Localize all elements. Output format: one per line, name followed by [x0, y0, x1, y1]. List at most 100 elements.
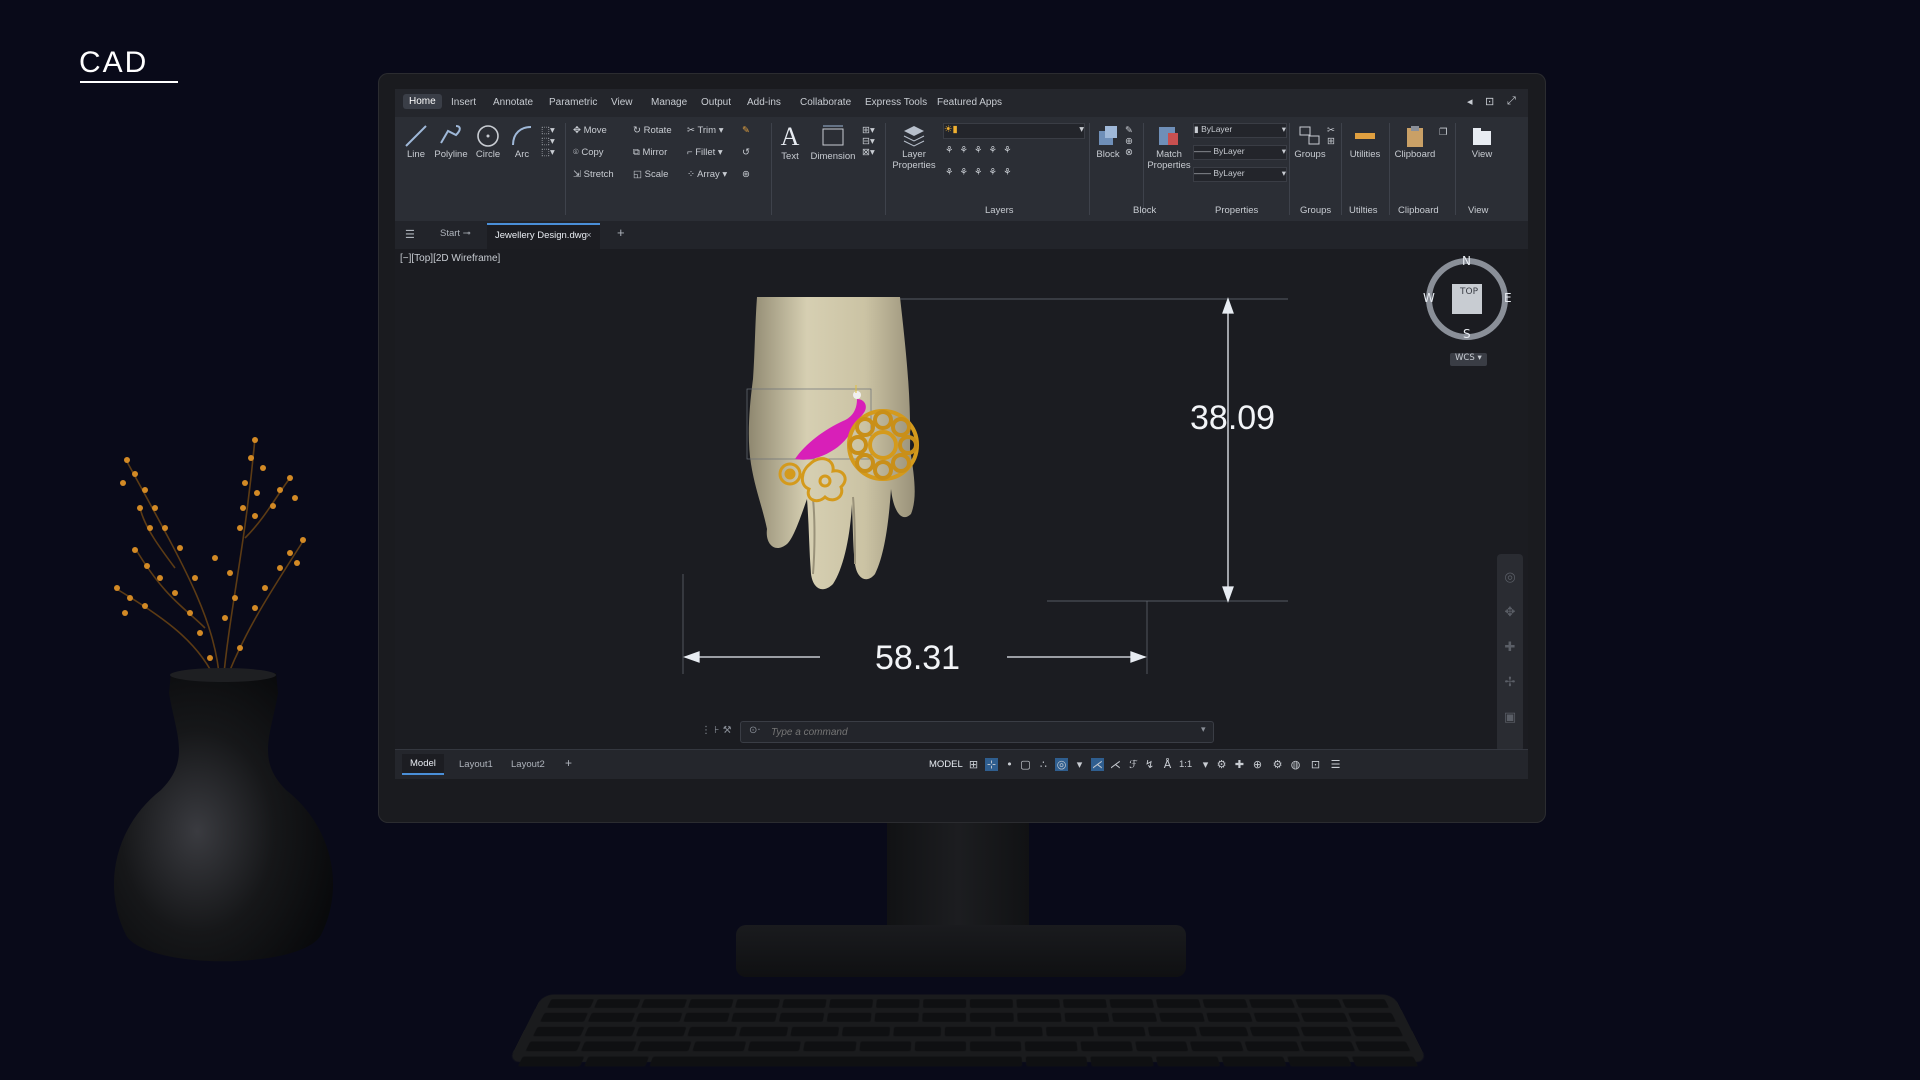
tab-parametric[interactable]: Parametric: [549, 97, 597, 108]
command-history-icon[interactable]: ⋮ ⊦ ⚒: [701, 725, 732, 736]
trim-button[interactable]: ✂ Trim ▾: [687, 125, 724, 136]
layer-dropdown[interactable]: ☀▮ ▾: [943, 123, 1085, 139]
tab-home[interactable]: Home: [403, 94, 442, 109]
tab-featured-apps[interactable]: Featured Apps: [937, 97, 1002, 108]
explode-icon[interactable]: ⊛: [742, 169, 750, 180]
compass-south[interactable]: S: [1463, 327, 1471, 341]
customize-icon[interactable]: ☰: [1329, 758, 1342, 771]
chevron-down-icon[interactable]: ▾: [1199, 758, 1212, 771]
groups-group-label[interactable]: Groups: [1300, 205, 1331, 216]
pan-icon[interactable]: ✥: [1497, 595, 1523, 630]
tab-manage[interactable]: Manage: [651, 97, 687, 108]
tab-annotate[interactable]: Annotate: [493, 97, 533, 108]
model-space-toggle[interactable]: MODEL: [929, 759, 963, 770]
layer-tools-row-2[interactable]: ⚘⚘⚘⚘⚘: [945, 167, 1018, 178]
model-tab[interactable]: Model: [402, 754, 444, 775]
compass-north[interactable]: N: [1462, 254, 1471, 268]
workspace-gear-icon[interactable]: ⚙: [1271, 758, 1284, 771]
wcs-dropdown[interactable]: WCS ▾: [1450, 353, 1487, 366]
copy-clip-icon[interactable]: ❐: [1439, 127, 1448, 138]
hardware-icon[interactable]: ◍: [1289, 758, 1302, 771]
move-button[interactable]: ✥ Move: [573, 125, 607, 136]
line-button[interactable]: Line: [401, 123, 431, 160]
new-tab-plus-icon[interactable]: +: [617, 225, 625, 240]
array-button[interactable]: ⁘ Array ▾: [687, 169, 727, 180]
draw-extra-icons[interactable]: ⬚▾ ⬚▾ ⬚▾: [541, 125, 555, 158]
properties-group-label[interactable]: Properties: [1215, 205, 1258, 216]
utilities-group-label[interactable]: Utilties: [1349, 205, 1378, 216]
linetype-dropdown[interactable]: —— ByLayer ▾: [1193, 145, 1287, 160]
fillet-button[interactable]: ⌐ Fillet ▾: [687, 147, 723, 158]
window-icon[interactable]: ⊡: [1485, 95, 1494, 108]
compass-west[interactable]: W: [1423, 291, 1435, 305]
annotation-extra-icons[interactable]: ⊞▾ ⊟▾ ⊠▾: [862, 125, 875, 158]
isolate-icon[interactable]: ⊕: [1251, 758, 1264, 771]
layout2-tab[interactable]: Layout2: [511, 759, 545, 770]
showmotion-icon[interactable]: ▣: [1497, 700, 1523, 735]
fullscreen-icon[interactable]: ⊡: [1309, 758, 1322, 771]
start-tab[interactable]: Start ⊸: [440, 228, 471, 239]
osnap-icon[interactable]: ◎: [1055, 758, 1068, 771]
view-button[interactable]: View: [1465, 123, 1499, 160]
groups-button[interactable]: Groups: [1293, 123, 1327, 160]
mirror-button[interactable]: ⧉ Mirror: [633, 147, 667, 158]
offset-icon[interactable]: ↺: [742, 147, 750, 158]
color-dropdown[interactable]: ▮ ByLayer ▾: [1193, 123, 1287, 138]
tab-express-tools[interactable]: Express Tools: [865, 97, 927, 108]
zoom-icon[interactable]: ✚: [1497, 630, 1523, 665]
steering-wheel-icon[interactable]: ◎: [1497, 560, 1523, 595]
lineweight-dropdown[interactable]: —— ByLayer ▾: [1193, 167, 1287, 182]
lineweight-toggle-icon[interactable]: ⋌: [1109, 758, 1122, 771]
back-icon[interactable]: ◂: [1467, 95, 1473, 108]
add-layout-plus-icon[interactable]: +: [565, 756, 572, 770]
expand-icon[interactable]: ⤢: [1507, 95, 1516, 108]
dimension-button[interactable]: Dimension: [807, 123, 859, 162]
dimension-width-value[interactable]: 58.31: [875, 639, 960, 678]
text-button[interactable]: A Text: [777, 123, 803, 163]
compass-east[interactable]: E: [1504, 291, 1512, 305]
close-icon[interactable]: ×: [586, 230, 592, 241]
tab-view[interactable]: View: [611, 97, 633, 108]
utilities-button[interactable]: Utilities: [1345, 123, 1385, 160]
polyline-button[interactable]: Polyline: [431, 123, 471, 160]
drawing-viewport[interactable]: [−][Top][2D Wireframe] 38.09 58.31 TOP N…: [395, 249, 1528, 752]
annotation-monitor-icon[interactable]: ↯: [1143, 758, 1156, 771]
block-group-label[interactable]: Block: [1133, 205, 1156, 216]
tab-output[interactable]: Output: [701, 97, 731, 108]
document-tab[interactable]: Jewellery Design.dwg ×: [487, 223, 600, 250]
layers-group-label[interactable]: Layers: [985, 205, 1014, 216]
hamburger-menu-icon[interactable]: ☰: [405, 228, 415, 241]
stretch-button[interactable]: ⇲ Stretch: [573, 169, 614, 180]
transparency-icon[interactable]: ℱ: [1127, 758, 1140, 771]
annotation-scale-value[interactable]: 1:1: [1179, 759, 1192, 770]
tab-collaborate[interactable]: Collaborate: [800, 97, 851, 108]
tab-add-ins[interactable]: Add-ins: [747, 97, 781, 108]
plus-icon[interactable]: ✚: [1233, 758, 1246, 771]
annotation-scale-icon[interactable]: Å: [1161, 758, 1174, 771]
block-extra-icons[interactable]: ✎ ⊕ ⊗: [1125, 125, 1133, 158]
erase-icon[interactable]: ✎: [742, 125, 750, 136]
rotate-button[interactable]: ↻ Rotate: [633, 125, 672, 136]
dot-icon[interactable]: •: [1003, 758, 1016, 771]
groups-extra-icons[interactable]: ✂ ⊞: [1327, 125, 1335, 147]
settings-gear-icon[interactable]: ⚙: [1215, 758, 1228, 771]
viewcube-face-label[interactable]: TOP: [1460, 287, 1478, 297]
orbit-icon[interactable]: ✢: [1497, 665, 1523, 700]
chevron-down-icon[interactable]: ▾: [1073, 758, 1086, 771]
chevron-down-icon[interactable]: ▾: [1201, 725, 1206, 735]
otrack-icon[interactable]: ⋌: [1091, 758, 1104, 771]
dimension-height-value[interactable]: 38.09: [1190, 399, 1275, 438]
ortho-icon[interactable]: ▢: [1019, 758, 1032, 771]
circle-button[interactable]: Circle: [473, 123, 503, 160]
tab-insert[interactable]: Insert: [451, 97, 476, 108]
block-button[interactable]: Block: [1093, 123, 1123, 160]
command-input[interactable]: [769, 725, 1153, 740]
layer-tools-row-1[interactable]: ⚘⚘⚘⚘⚘: [945, 145, 1018, 156]
grid-icon[interactable]: ⊞: [967, 758, 980, 771]
polar-icon[interactable]: ∴: [1037, 758, 1050, 771]
arc-button[interactable]: Arc: [507, 123, 537, 160]
clipboard-button[interactable]: Clipboard: [1393, 123, 1437, 160]
snap-icon[interactable]: ⊹: [985, 758, 998, 771]
scale-button[interactable]: ◱ Scale: [633, 169, 668, 180]
layer-properties-button[interactable]: Layer Properties: [891, 123, 937, 171]
